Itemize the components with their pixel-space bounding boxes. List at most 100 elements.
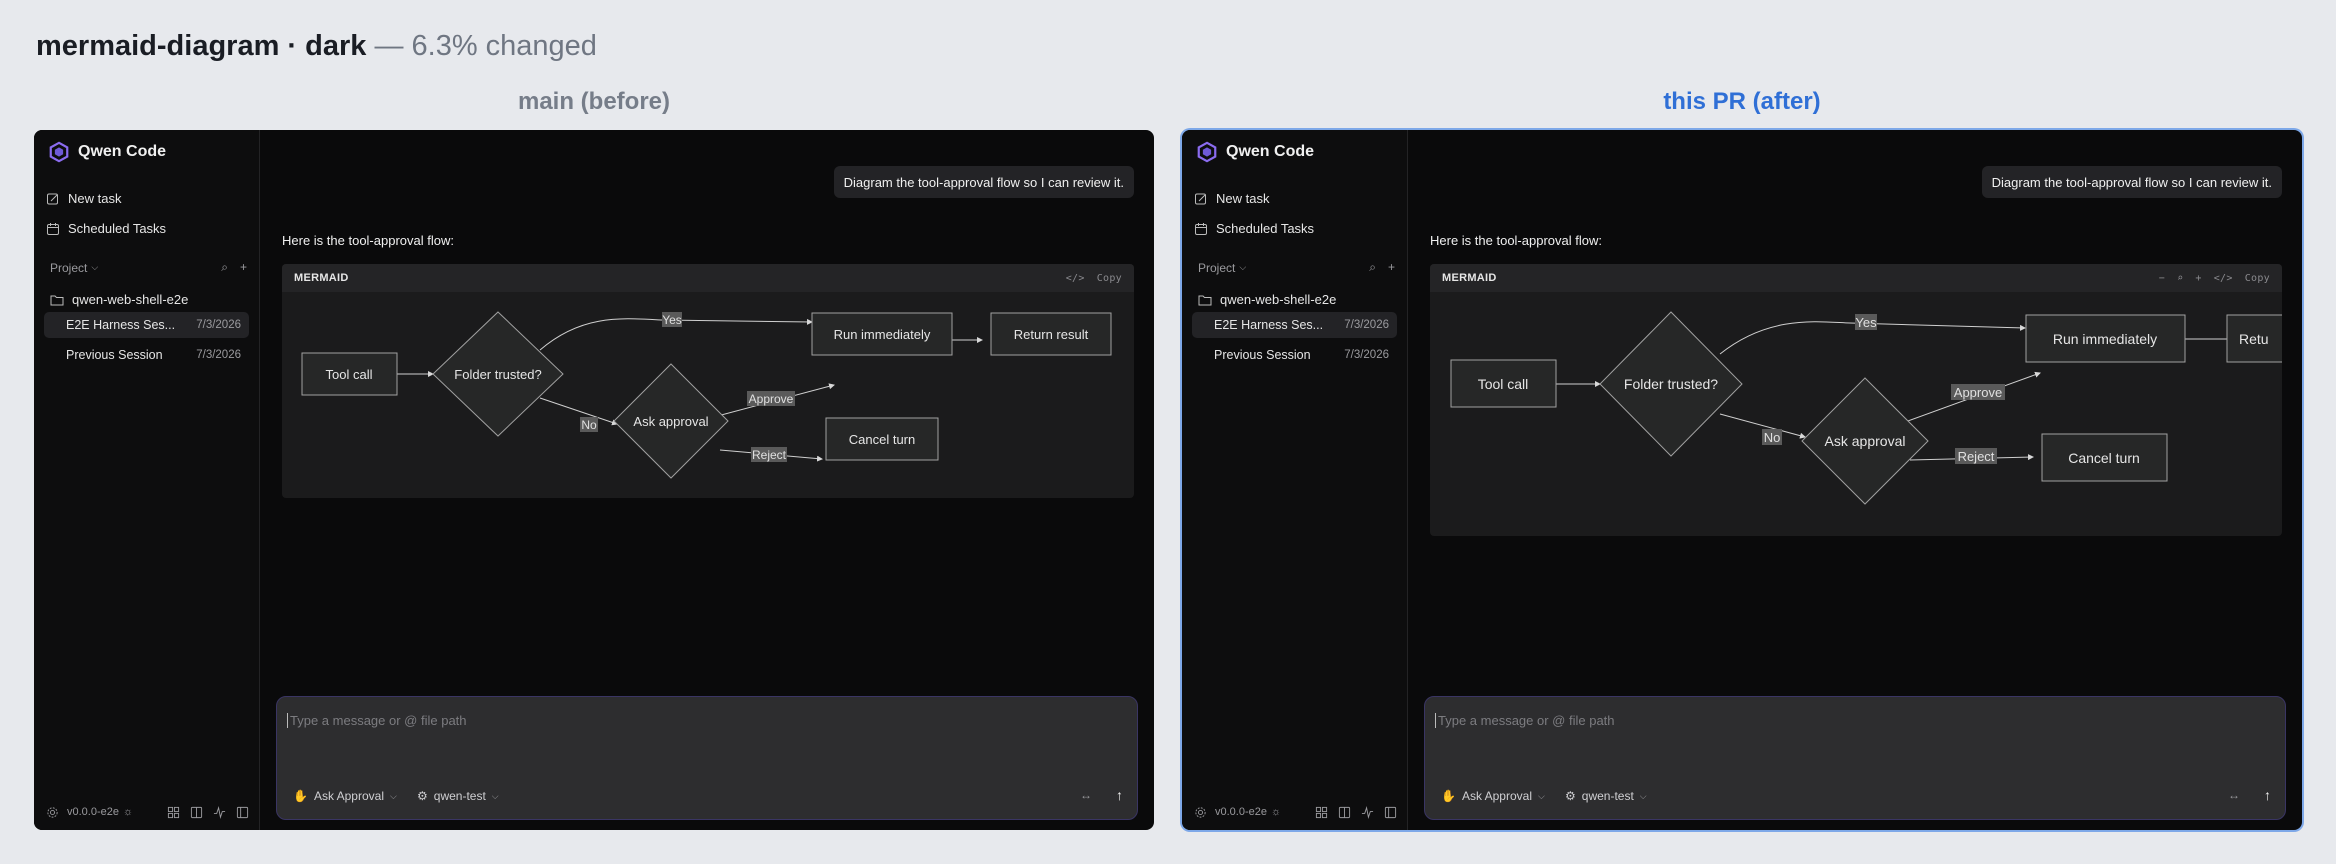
zoom-out-button[interactable]: − [2159, 273, 2165, 284]
sidebar: Qwen Code New task Scheduled Tasks Proje… [1182, 130, 1408, 830]
approval-mode-dropdown[interactable]: ✋ Ask Approval ⌵ [1441, 789, 1545, 803]
app-name: Qwen Code [1226, 143, 1315, 160]
scheduled-tasks-button[interactable]: Scheduled Tasks [1194, 221, 1314, 236]
copy-button[interactable]: Copy [1097, 273, 1122, 284]
svg-text:Tool call: Tool call [326, 367, 373, 382]
new-task-button[interactable]: New task [1194, 191, 1269, 206]
svg-text:Yes: Yes [1855, 315, 1877, 330]
session-item[interactable]: E2E Harness Ses... 7/3/2026 [1192, 312, 1397, 338]
project-header: Project ⌵ ⌕ + [50, 260, 247, 275]
send-button[interactable]: ↑ [2264, 787, 2271, 803]
svg-text:Return result: Return result [1014, 327, 1089, 342]
chevron-down-icon: ⌵ [390, 790, 397, 801]
new-task-button[interactable]: New task [46, 191, 121, 206]
sidebar-footer: v0.0.0-e2e ☼ [46, 802, 249, 822]
view-source-button[interactable]: </> [2214, 273, 2233, 284]
chat-main: Diagram the tool-approval flow so I can … [1408, 130, 2302, 830]
mermaid-lang-label: MERMAID [1442, 272, 1497, 284]
calendar-icon [47, 222, 59, 235]
activity-icon[interactable] [1361, 805, 1374, 819]
plus-icon[interactable]: + [1388, 260, 1395, 275]
session-date: 7/3/2026 [1344, 349, 1389, 361]
panel-toggle-icon[interactable] [1384, 806, 1397, 819]
grid-icon[interactable] [1315, 806, 1328, 819]
zoom-in-button[interactable]: + [2195, 273, 2201, 284]
node-ask-approval: Ask approval [1801, 377, 1929, 505]
svg-text:Ask approval: Ask approval [1825, 433, 1906, 449]
new-task-label: New task [1216, 191, 1270, 206]
theme-icon[interactable]: ☼ [1271, 806, 1281, 818]
settings-icon[interactable] [1194, 806, 1207, 819]
expand-icon[interactable]: ↔ [2228, 788, 2240, 802]
chevron-down-icon: ⌵ [491, 790, 499, 801]
svg-text:Run immediately: Run immediately [834, 327, 931, 342]
brand[interactable]: Qwen Code [1196, 140, 1314, 164]
view-source-button[interactable]: </> [1066, 273, 1085, 284]
model-label: qwen-test [433, 789, 486, 803]
svg-text:Cancel turn: Cancel turn [2068, 450, 2140, 466]
qwen-logo-icon [49, 141, 69, 163]
approval-mode-dropdown[interactable]: ✋ Ask Approval ⌵ [293, 789, 397, 803]
model-dropdown[interactable]: ⚙ qwen-test ⌵ [1565, 789, 1647, 803]
settings-icon[interactable] [46, 806, 59, 819]
node-ask-approval: Ask approval [613, 363, 729, 479]
node-folder-trusted: Folder trusted? [1599, 311, 1743, 457]
activity-icon[interactable] [213, 805, 226, 819]
version-label: v0.0.0-e2e [67, 806, 119, 818]
folder-icon [50, 295, 64, 305]
composer: Type a message or @ file path ✋ Ask Appr… [1424, 696, 2286, 820]
session-item[interactable]: E2E Harness Ses... 7/3/2026 [44, 312, 249, 338]
session-name: Previous Session [1214, 348, 1311, 362]
zoom-reset-button[interactable]: ⌕ [2177, 273, 2183, 284]
project-dropdown[interactable]: Project [1198, 261, 1235, 275]
project-header: Project ⌵ ⌕ + [1198, 260, 1395, 275]
mermaid-diagram[interactable]: Yes No Approve Reject Tool call Folder t… [1430, 292, 2282, 536]
message-input[interactable]: Type a message or @ file path [1435, 713, 1615, 728]
node-cancel-turn: Cancel turn [2041, 433, 2168, 482]
split-view-icon[interactable] [1338, 806, 1351, 819]
plus-icon[interactable]: + [240, 260, 247, 275]
model-dropdown[interactable]: ⚙ qwen-test ⌵ [417, 789, 499, 803]
split-view-icon[interactable] [190, 806, 203, 819]
panel-toggle-icon[interactable] [236, 806, 249, 819]
svg-text:Approve: Approve [1954, 385, 2002, 400]
copy-button[interactable]: Copy [2245, 273, 2270, 284]
model-icon: ⚙ [1565, 789, 1576, 803]
search-icon[interactable]: ⌕ [221, 260, 228, 275]
search-icon[interactable]: ⌕ [1369, 260, 1376, 275]
brand[interactable]: Qwen Code [48, 140, 166, 164]
send-button[interactable]: ↑ [1116, 787, 1123, 803]
edge-yes: Yes [662, 312, 682, 327]
grid-icon[interactable] [167, 806, 180, 819]
after-screenshot: Qwen Code New task Scheduled Tasks Proje… [1182, 130, 2302, 830]
project-folder[interactable]: qwen-web-shell-e2e [1198, 292, 1336, 307]
chevron-down-icon: ⌵ [91, 262, 99, 272]
theme-icon[interactable]: ☼ [123, 806, 133, 818]
project-dropdown[interactable]: Project [50, 261, 87, 275]
sidebar: Qwen Code New task Scheduled Tasks Proje… [34, 130, 260, 830]
mermaid-lang-label: MERMAID [294, 272, 349, 284]
project-folder[interactable]: qwen-web-shell-e2e [50, 292, 188, 307]
edge-reject: Reject [751, 447, 787, 462]
svg-text:Retu: Retu [2239, 331, 2269, 347]
svg-text:Cancel turn: Cancel turn [849, 432, 915, 447]
message-input[interactable]: Type a message or @ file path [287, 713, 467, 728]
session-item[interactable]: Previous Session 7/3/2026 [44, 342, 249, 368]
before-screenshot: Qwen Code New task Scheduled Tasks Proje… [34, 130, 1154, 830]
session-name: E2E Harness Ses... [1214, 318, 1324, 332]
session-date: 7/3/2026 [196, 349, 241, 361]
after-label: this PR (after) [1663, 88, 1821, 115]
expand-icon[interactable]: ↔ [1080, 788, 1092, 802]
model-icon: ⚙ [417, 789, 428, 803]
qwen-logo-icon [1197, 141, 1217, 163]
chevron-down-icon: ⌵ [1538, 790, 1545, 801]
new-task-label: New task [68, 191, 122, 206]
session-item[interactable]: Previous Session 7/3/2026 [1192, 342, 1397, 368]
hand-icon: ✋ [293, 789, 308, 803]
session-name: E2E Harness Ses... [66, 318, 176, 332]
sidebar-footer: v0.0.0-e2e ☼ [1194, 802, 1397, 822]
svg-text:Run immediately: Run immediately [2053, 331, 2157, 347]
session-name: Previous Session [66, 348, 163, 362]
approval-mode-label: Ask Approval [313, 789, 384, 803]
scheduled-tasks-button[interactable]: Scheduled Tasks [46, 221, 166, 236]
